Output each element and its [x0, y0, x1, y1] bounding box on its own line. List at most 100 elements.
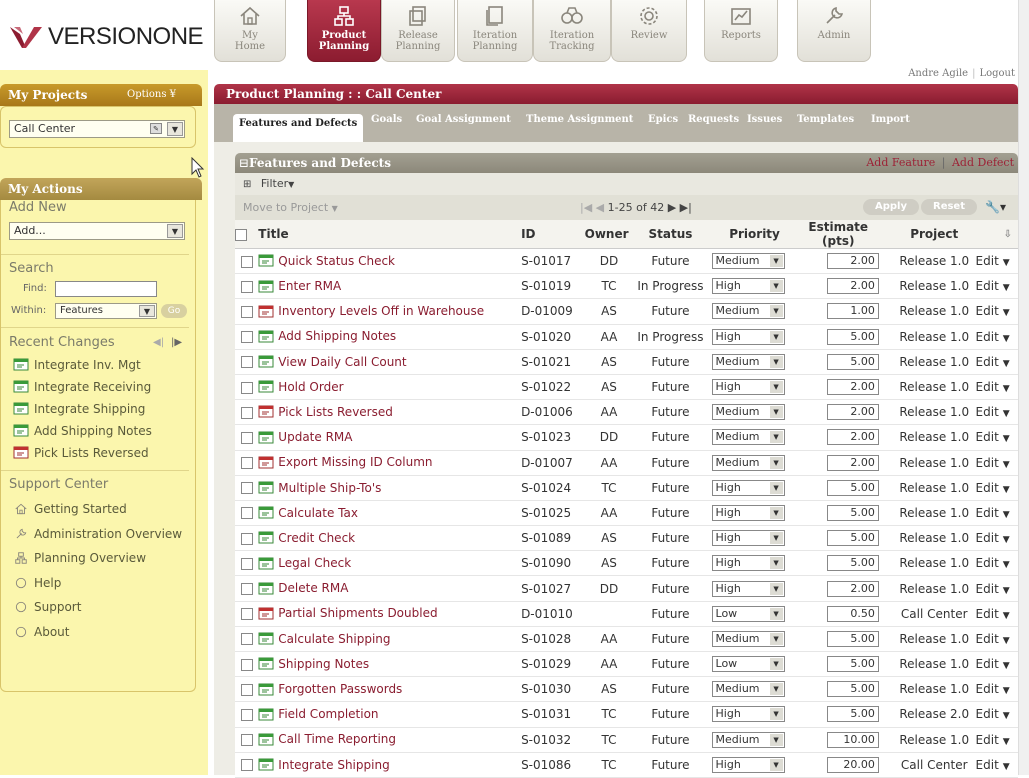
- row-title[interactable]: Partial Shipments Doubled: [258, 601, 522, 627]
- row-title[interactable]: View Daily Call Count: [258, 349, 522, 375]
- add-feature-link[interactable]: Add Feature: [866, 156, 935, 169]
- chevron-down-icon[interactable]: ▼: [769, 658, 783, 671]
- row-title[interactable]: Calculate Shipping: [258, 626, 522, 653]
- row-checkbox[interactable]: [235, 575, 259, 602]
- chevron-down-icon[interactable]: ▼: [1003, 258, 1010, 268]
- chevron-down-icon[interactable]: ▼: [769, 506, 783, 519]
- chevron-down-icon[interactable]: ▼: [1003, 611, 1010, 621]
- col-priority[interactable]: Priority: [707, 220, 798, 249]
- priority-select[interactable]: Medium ▼: [707, 727, 798, 753]
- chevron-down-icon[interactable]: ▼: [139, 305, 155, 317]
- row-checkbox[interactable]: [235, 676, 259, 703]
- support-item-support[interactable]: Support: [1, 595, 195, 620]
- estimate-input[interactable]: 5.00: [797, 525, 893, 552]
- row-edit-menu[interactable]: Edit ▼: [975, 248, 1018, 275]
- row-checkbox[interactable]: [235, 550, 259, 577]
- estimate-input[interactable]: 5.00: [797, 324, 893, 350]
- row-checkbox[interactable]: [235, 374, 259, 401]
- estimate-input[interactable]: 5.00: [797, 349, 893, 375]
- subtab-goal-assignment[interactable]: Goal Assignment: [416, 114, 511, 125]
- row-title[interactable]: Field Completion: [258, 701, 522, 728]
- priority-select[interactable]: High ▼: [707, 273, 798, 300]
- row-edit-menu[interactable]: Edit ▼: [975, 626, 1018, 653]
- nav-tab-reports[interactable]: Reports: [704, 0, 778, 62]
- priority-select[interactable]: Medium ▼: [707, 399, 798, 426]
- estimate-input[interactable]: 2.00: [797, 374, 893, 401]
- table-row[interactable]: Delete RMA S-01027 DD Future High ▼ 2.00 Releas…: [235, 575, 1018, 602]
- chevron-down-icon[interactable]: ▼: [1003, 485, 1010, 495]
- chevron-down-icon[interactable]: ▼: [167, 122, 183, 136]
- table-row[interactable]: Forgotten Passwords S-01030 AS Future Medium…: [235, 676, 1018, 703]
- subtab-templates[interactable]: Templates: [797, 114, 854, 125]
- row-edit-menu[interactable]: Edit ▼: [975, 727, 1018, 753]
- priority-select[interactable]: Medium ▼: [707, 349, 798, 375]
- row-checkbox[interactable]: [235, 324, 259, 350]
- row-title[interactable]: Call Time Reporting: [258, 727, 522, 753]
- row-title[interactable]: Legal Check: [258, 550, 522, 577]
- select-all-checkbox[interactable]: [235, 220, 259, 249]
- row-checkbox[interactable]: [235, 727, 259, 753]
- col-owner[interactable]: Owner: [584, 220, 634, 249]
- row-edit-menu[interactable]: Edit ▼: [975, 752, 1018, 778]
- chevron-down-icon[interactable]: ▼: [1003, 510, 1010, 520]
- row-checkbox[interactable]: [235, 752, 259, 778]
- table-row[interactable]: Calculate Shipping S-01028 AA Future Medium ▼…: [235, 626, 1018, 653]
- table-row[interactable]: Pick Lists Reversed D-01006 AA Future Medium…: [235, 399, 1018, 426]
- subtab-features-and-defects[interactable]: Features and Defects: [233, 114, 364, 142]
- subtab-issues[interactable]: Issues: [747, 114, 782, 125]
- estimate-input[interactable]: 5.00: [797, 676, 893, 703]
- chevron-down-icon[interactable]: ▼: [1003, 308, 1010, 318]
- chevron-down-icon[interactable]: ▼: [1003, 334, 1010, 344]
- row-edit-menu[interactable]: Edit ▼: [975, 273, 1018, 300]
- row-edit-menu[interactable]: Edit ▼: [975, 651, 1018, 678]
- table-row[interactable]: Quick Status Check S-01017 DD Future Medium ▼…: [235, 248, 1018, 275]
- priority-select[interactable]: High ▼: [707, 550, 798, 577]
- recent-change-item[interactable]: Integrate Receiving: [1, 376, 195, 398]
- estimate-input[interactable]: 2.00: [797, 399, 893, 426]
- chevron-down-icon[interactable]: ▼: [1003, 384, 1010, 394]
- row-title[interactable]: Update RMA: [258, 424, 522, 451]
- nav-tab-admin[interactable]: Admin: [797, 0, 871, 62]
- estimate-input[interactable]: 5.00: [797, 626, 893, 653]
- chevron-down-icon[interactable]: ▼: [769, 255, 783, 268]
- table-row[interactable]: Enter RMA S-01019 TC In Progress High ▼ 2.00 Re…: [235, 273, 1018, 300]
- row-edit-menu[interactable]: Edit ▼: [975, 701, 1018, 728]
- priority-select[interactable]: Medium ▼: [707, 676, 798, 703]
- chevron-down-icon[interactable]: ▼: [1003, 661, 1010, 671]
- apply-button[interactable]: Apply: [863, 199, 920, 215]
- table-row[interactable]: Credit Check S-01089 AS Future High ▼ 5.00 Rele…: [235, 525, 1018, 552]
- recent-change-item[interactable]: Pick Lists Reversed: [1, 442, 195, 464]
- logout-link[interactable]: Logout: [979, 68, 1015, 79]
- row-title[interactable]: Credit Check: [258, 525, 522, 552]
- estimate-input[interactable]: 10.00: [797, 727, 893, 753]
- chevron-down-icon[interactable]: ▼: [769, 683, 783, 696]
- subtab-theme-assignment[interactable]: Theme Assignment: [526, 114, 633, 125]
- row-title[interactable]: Pick Lists Reversed: [258, 399, 522, 426]
- chevron-down-icon[interactable]: ▼: [1003, 560, 1010, 570]
- row-edit-menu[interactable]: Edit ▼: [975, 575, 1018, 602]
- chevron-down-icon[interactable]: ▼: [1003, 283, 1010, 293]
- search-input[interactable]: [55, 281, 157, 297]
- table-row[interactable]: Export Missing ID Column D-01007 AA Future M…: [235, 450, 1018, 476]
- support-item-getting-started[interactable]: Getting Started: [1, 497, 195, 522]
- nav-tab-iteration-planning[interactable]: Iteration Planning: [457, 0, 533, 62]
- row-edit-menu[interactable]: Edit ▼: [975, 450, 1018, 476]
- priority-select[interactable]: Medium ▼: [707, 298, 798, 325]
- row-edit-menu[interactable]: Edit ▼: [975, 550, 1018, 577]
- reset-button[interactable]: Reset: [921, 199, 977, 215]
- estimate-input[interactable]: 5.00: [797, 550, 893, 577]
- row-checkbox[interactable]: [235, 626, 259, 653]
- row-title[interactable]: Forgotten Passwords: [258, 676, 522, 703]
- row-edit-menu[interactable]: Edit ▼: [975, 601, 1018, 627]
- table-row[interactable]: Inventory Levels Off in Warehouse D-01009…: [235, 298, 1018, 325]
- row-checkbox[interactable]: [235, 601, 259, 627]
- row-title[interactable]: Shipping Notes: [258, 651, 522, 678]
- row-checkbox[interactable]: [235, 525, 259, 552]
- vertical-scrollbar[interactable]: [1018, 0, 1029, 775]
- last-page-icon[interactable]: ▶|: [680, 201, 692, 214]
- col-status[interactable]: Status: [633, 220, 708, 249]
- chevron-down-icon[interactable]: ▼: [769, 431, 783, 444]
- estimate-input[interactable]: 5.00: [797, 475, 893, 501]
- priority-select[interactable]: High ▼: [707, 324, 798, 350]
- row-edit-menu[interactable]: Edit ▼: [975, 424, 1018, 451]
